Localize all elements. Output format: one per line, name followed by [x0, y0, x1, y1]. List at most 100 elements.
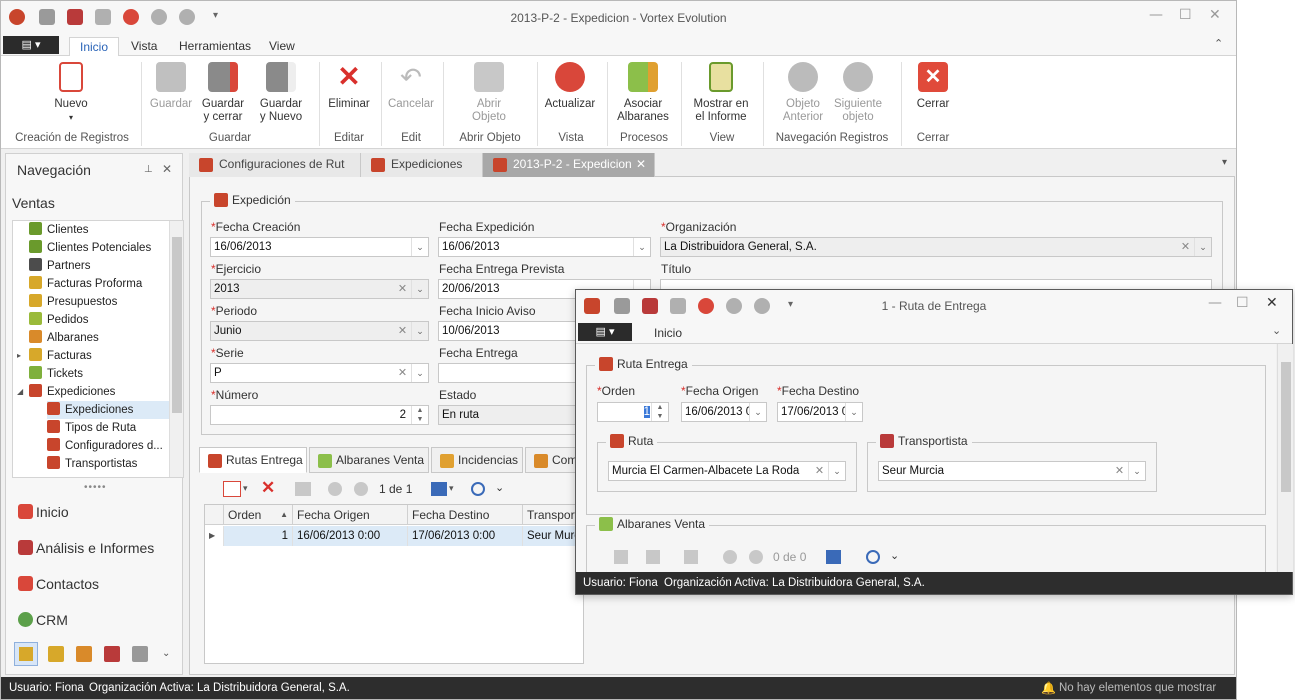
- objeto-anterior-button[interactable]: Objeto Anterior: [777, 62, 829, 124]
- tabs-dropdown-icon[interactable]: ▾: [1222, 157, 1227, 168]
- nav-item[interactable]: Partners: [29, 257, 90, 275]
- nav-item[interactable]: Clientes: [29, 221, 89, 239]
- expand-toggle-icon[interactable]: ◢: [17, 383, 23, 401]
- nuevo-button[interactable]: Nuevo ▾: [51, 62, 91, 124]
- collapse-ribbon-icon[interactable]: ⌃: [1214, 37, 1223, 50]
- expand-toggle-icon[interactable]: ▸: [17, 347, 21, 365]
- chevron-down-icon[interactable]: ⌄: [1128, 462, 1145, 480]
- copy-icon[interactable]: [295, 482, 311, 496]
- clear-icon[interactable]: ✕: [1111, 462, 1128, 480]
- more-options-icon[interactable]: ⌄: [495, 481, 504, 494]
- chevron-down-icon[interactable]: ⌄: [845, 403, 862, 421]
- maximize-icon[interactable]: ☐: [1179, 7, 1192, 23]
- tab-herramientas[interactable]: Herramientas: [169, 37, 261, 57]
- nav-item[interactable]: Tickets: [29, 365, 83, 383]
- fecha-creacion-field[interactable]: 16/06/2013 ⌄: [210, 237, 429, 257]
- fecha-origen-field[interactable]: 16/06/2013 0 ⌄: [681, 402, 767, 422]
- chevron-down-icon[interactable]: ⌄: [411, 238, 428, 256]
- print-icon[interactable]: [684, 550, 698, 564]
- nav-item[interactable]: Facturas: [29, 347, 92, 365]
- actualizar-button[interactable]: Actualizar: [543, 62, 597, 111]
- nav-analisis[interactable]: Análisis e Informes: [6, 530, 182, 566]
- down-arrow-icon[interactable]: [749, 550, 763, 564]
- ruta-field[interactable]: Murcia El Carmen-Albacete La Roda ✕ ⌄: [608, 461, 846, 481]
- down-arrow-icon[interactable]: [354, 482, 368, 496]
- new-row-dropdown-icon[interactable]: ▾: [243, 483, 248, 494]
- asociar-albaranes-button[interactable]: Asociar Albaranes: [615, 62, 671, 124]
- nav-shortcut-almacen-icon[interactable]: [76, 646, 92, 662]
- row-indicator[interactable]: ▶: [205, 526, 224, 546]
- guardar-cerrar-button[interactable]: Guardar y cerrar: [199, 62, 247, 124]
- tab-inicio[interactable]: Inicio: [69, 37, 120, 57]
- chevron-down-icon[interactable]: ⌄: [828, 462, 845, 480]
- popup-tab-inicio[interactable]: Inicio: [654, 326, 682, 340]
- nav-shortcut-config-icon[interactable]: [132, 646, 148, 662]
- tab-rutas-entrega[interactable]: Rutas Entrega: [199, 447, 307, 473]
- export-dropdown-icon[interactable]: ▾: [449, 483, 454, 494]
- nav-item[interactable]: Configuradores d...: [47, 437, 163, 455]
- nav-item[interactable]: Transportistas: [47, 455, 137, 473]
- clear-icon[interactable]: ✕: [394, 364, 411, 382]
- nav-shortcut-ventas[interactable]: [14, 642, 38, 666]
- nav-more-icon[interactable]: ⌄: [162, 648, 170, 659]
- nav-item[interactable]: Presupuestos: [29, 293, 117, 311]
- organizacion-field[interactable]: La Distribuidora General, S.A. ✕ ⌄: [660, 237, 1212, 257]
- clear-icon[interactable]: ✕: [394, 280, 411, 298]
- export-icon[interactable]: [431, 482, 447, 496]
- guardar-nuevo-button[interactable]: Guardar y Nuevo: [253, 62, 309, 124]
- col-orden[interactable]: Orden ▲: [224, 505, 293, 525]
- transportista-field[interactable]: Seur Murcia ✕ ⌄: [878, 461, 1146, 481]
- chevron-down-icon[interactable]: ⌄: [411, 280, 428, 298]
- tab-view[interactable]: View: [259, 37, 305, 57]
- bell-icon[interactable]: 🔔: [1041, 677, 1056, 699]
- export-icon[interactable]: [826, 550, 841, 564]
- col-fecha-origen[interactable]: Fecha Origen: [293, 505, 408, 525]
- pin-icon[interactable]: ⊥: [144, 164, 153, 175]
- cell-orden[interactable]: 1: [224, 526, 293, 546]
- nav-item[interactable]: Expediciones: [29, 383, 115, 401]
- cell-fecha-origen[interactable]: 16/06/2013 0:00: [293, 526, 408, 546]
- chevron-down-icon[interactable]: ⌄: [633, 238, 650, 256]
- tab-vista[interactable]: Vista: [121, 37, 167, 57]
- popup-scrollbar[interactable]: [1277, 344, 1293, 572]
- col-fecha-destino[interactable]: Fecha Destino: [408, 505, 523, 525]
- guardar-button[interactable]: Guardar: [149, 62, 193, 111]
- nav-shortcut-tpv-icon[interactable]: [104, 646, 120, 662]
- expand-ribbon-icon[interactable]: ⌄: [1272, 324, 1281, 337]
- nav-item[interactable]: Expediciones: [47, 401, 183, 419]
- fecha-destino-field[interactable]: 17/06/2013 0 ⌄: [777, 402, 863, 422]
- numero-field[interactable]: 2 ▲ ▼: [210, 405, 429, 425]
- close-icon[interactable]: ✕: [1266, 295, 1278, 311]
- spinner-icon[interactable]: ▲ ▼: [651, 403, 668, 421]
- close-tab-icon[interactable]: ✕: [636, 153, 646, 176]
- nav-item[interactable]: Tipos de Ruta: [47, 419, 136, 437]
- eliminar-button[interactable]: ✕ Eliminar: [327, 62, 371, 111]
- popup-app-menu-button[interactable]: ▤ ▾: [578, 323, 632, 341]
- new-row-icon[interactable]: [223, 481, 241, 497]
- splitter-grip[interactable]: •••••: [84, 482, 107, 493]
- close-icon[interactable]: ✕: [1209, 7, 1221, 23]
- search-icon[interactable]: [866, 550, 880, 564]
- nav-item[interactable]: Pedidos: [29, 311, 89, 329]
- nav-item[interactable]: Clientes Potenciales: [29, 239, 151, 257]
- ejercicio-field[interactable]: 2013 ✕ ⌄: [210, 279, 429, 299]
- chevron-down-icon[interactable]: ⌄: [1194, 238, 1211, 256]
- tab-2013-p-2[interactable]: 2013-P-2 - Expedicion ✕: [483, 153, 655, 177]
- chevron-down-icon[interactable]: ⌄: [749, 403, 766, 421]
- nav-item[interactable]: Albaranes: [29, 329, 99, 347]
- chevron-down-icon[interactable]: ⌄: [411, 322, 428, 340]
- cell-fecha-destino[interactable]: 17/06/2013 0:00: [408, 526, 523, 546]
- nav-contactos[interactable]: Contactos: [6, 566, 182, 602]
- nav-shortcut-compras-icon[interactable]: [48, 646, 64, 662]
- nav-item[interactable]: Facturas Proforma: [29, 275, 142, 293]
- abrir-objeto-button[interactable]: Abrir Objeto: [467, 62, 511, 124]
- maximize-icon[interactable]: ☐: [1236, 295, 1249, 311]
- close-pane-icon[interactable]: ✕: [162, 162, 172, 176]
- nav-section-ventas[interactable]: Ventas: [12, 195, 55, 211]
- cancelar-button[interactable]: ↶ Cancelar: [387, 62, 435, 111]
- orden-field[interactable]: 1 ▲ ▼: [597, 402, 669, 422]
- fecha-expedicion-field[interactable]: 16/06/2013 ⌄: [438, 237, 651, 257]
- nav-crm[interactable]: CRM: [6, 602, 182, 638]
- up-arrow-icon[interactable]: [723, 550, 737, 564]
- mostrar-informe-button[interactable]: Mostrar en el Informe: [687, 62, 755, 124]
